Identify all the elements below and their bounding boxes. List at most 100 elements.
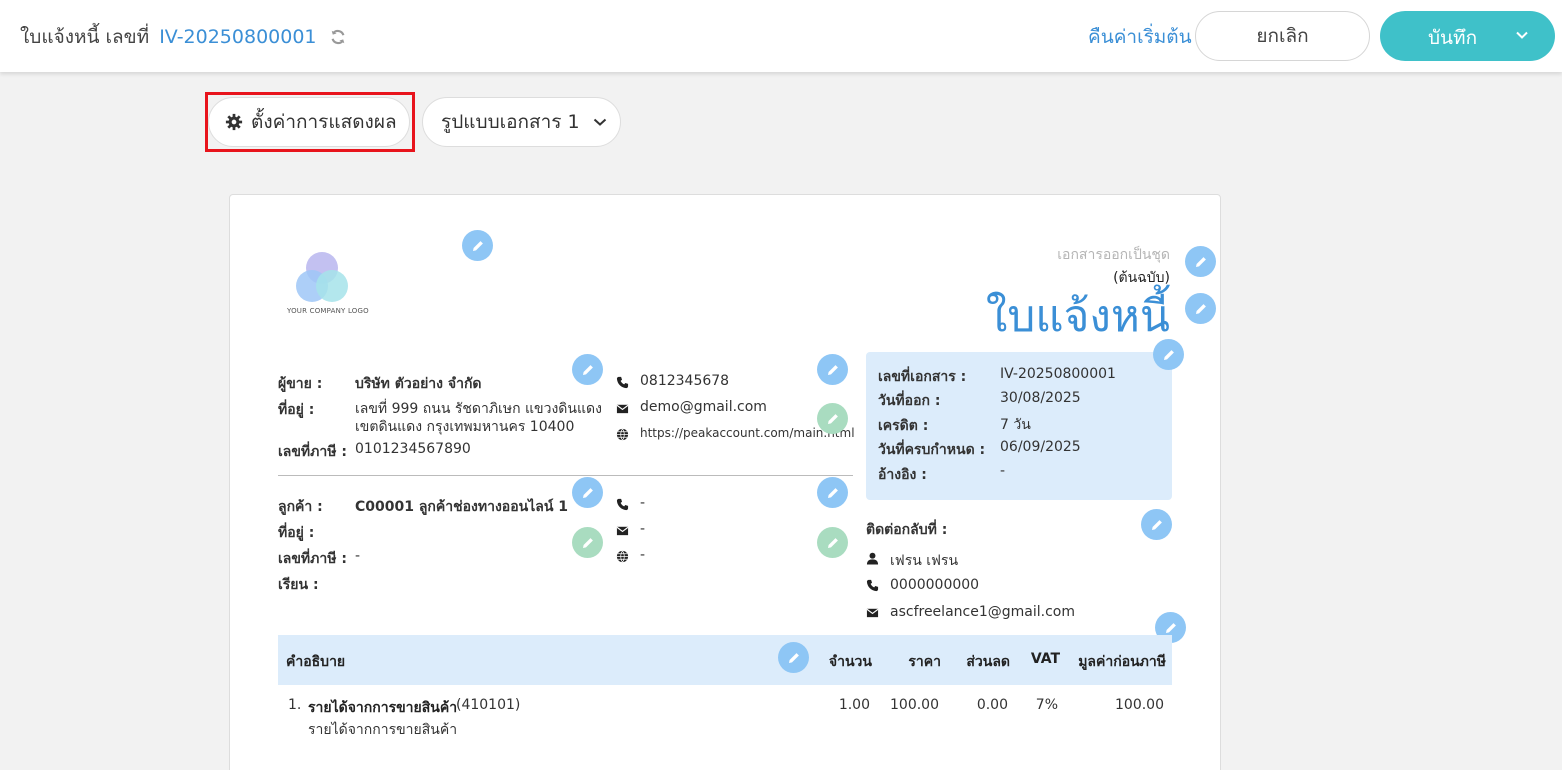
- seller-phone: 0812345678: [640, 373, 730, 389]
- row-item-subdesc: รายได้จากการขายสินค้า: [308, 722, 458, 738]
- row-item-name: รายได้จากการขายสินค้า: [308, 700, 458, 716]
- row-discount: 0.00: [976, 697, 1008, 713]
- due-date-value: 06/09/2025: [1000, 439, 1081, 455]
- edit-info-button[interactable]: [1153, 339, 1184, 370]
- mail-icon: [616, 526, 629, 536]
- edit-customer-green-button[interactable]: [572, 527, 603, 558]
- pencil-icon: [472, 240, 483, 251]
- customer-tax-value: -: [355, 548, 361, 564]
- save-button[interactable]: บันทึก: [1380, 11, 1555, 61]
- edit-customer-contact-button[interactable]: [817, 477, 848, 508]
- row-item-code: (410101): [456, 697, 521, 713]
- pencil-icon: [1163, 349, 1174, 360]
- document-title: ใบแจ้งหนี้: [985, 291, 1170, 342]
- pencil-icon: [827, 487, 838, 498]
- chevron-down-icon: [593, 118, 606, 126]
- phone-icon: [616, 376, 629, 389]
- seller-label: ผู้ขาย :: [278, 376, 323, 392]
- globe-icon: [616, 428, 629, 441]
- customer-address-label: ที่อยู่ :: [278, 525, 315, 541]
- page-title-prefix: ใบแจ้งหนี้ เลขที่: [20, 26, 150, 48]
- seller-tax-value: 0101234567890: [355, 441, 471, 457]
- col-vat: VAT: [1030, 651, 1060, 667]
- seller-address-label: ที่อยู่ :: [278, 402, 315, 418]
- edit-contact-button[interactable]: [1141, 509, 1172, 540]
- section-divider: [278, 475, 853, 476]
- customer-tax-label: เลขที่ภาษี :: [278, 551, 347, 567]
- pencil-icon: [1195, 303, 1206, 314]
- seller-email: demo@gmail.com: [640, 399, 767, 415]
- row-qty: 1.00: [838, 697, 870, 713]
- issue-date-value: 30/08/2025: [1000, 390, 1081, 406]
- contact-name: เฟรน เฟรน: [890, 553, 959, 569]
- mail-icon: [866, 608, 879, 618]
- issue-date-label: วันที่ออก :: [878, 393, 941, 409]
- page-title: ใบแจ้งหนี้ เลขที่ IV-20250800001: [20, 22, 347, 52]
- pencil-icon: [582, 487, 593, 498]
- edit-title-button[interactable]: [1185, 293, 1216, 324]
- pencil-icon: [827, 364, 838, 375]
- row-number: 1.: [288, 697, 302, 713]
- pencil-icon: [1165, 622, 1176, 633]
- doc-no-value: IV-20250800001: [1000, 366, 1116, 382]
- company-logo-text: YOUR COMPANY LOGO: [287, 307, 369, 315]
- pencil-icon: [582, 364, 593, 375]
- pencil-icon: [827, 413, 838, 424]
- credit-value: 7 วัน: [1000, 417, 1031, 433]
- chevron-down-icon[interactable]: [1514, 27, 1530, 43]
- document-format-label: รูปแบบเอกสาร 1: [441, 111, 580, 133]
- pencil-icon: [582, 537, 593, 548]
- pencil-icon: [788, 652, 799, 663]
- col-qty: จำนวน: [828, 654, 872, 670]
- display-settings-label: ตั้งค่าการแสดงผล: [251, 111, 397, 133]
- credit-label: เครดิต :: [878, 418, 929, 434]
- contact-label: ติดต่อกลับที่ :: [866, 522, 948, 538]
- cancel-button[interactable]: ยกเลิก: [1195, 11, 1370, 61]
- edit-seller-contact-button[interactable]: [817, 354, 848, 385]
- edit-seller-button[interactable]: [572, 354, 603, 385]
- reset-default-link[interactable]: คืนค่าเริ่มต้น: [1088, 22, 1192, 52]
- save-button-label: บันทึก: [1428, 27, 1478, 49]
- document-number: IV-20250800001: [159, 26, 317, 48]
- edit-seller-contact-green-button[interactable]: [817, 403, 848, 434]
- customer-attn-label: เรียน :: [278, 577, 319, 593]
- edit-customer-button[interactable]: [572, 477, 603, 508]
- customer-label: ลูกค้า :: [278, 499, 323, 515]
- customer-email: -: [640, 521, 646, 537]
- customer-name: C00001 ลูกค้าช่องทางออนไลน์ 1: [355, 499, 569, 515]
- contact-email: ascfreelance1@gmail.com: [890, 604, 1075, 620]
- contact-phone: 0000000000: [890, 577, 980, 593]
- row-vat: 7%: [1035, 697, 1058, 713]
- edit-customer-contact-green-button[interactable]: [817, 527, 848, 558]
- col-price: ราคา: [908, 654, 941, 670]
- display-settings-button[interactable]: ตั้งค่าการแสดงผล: [208, 97, 410, 147]
- pencil-icon: [827, 537, 838, 548]
- refresh-icon[interactable]: [329, 28, 347, 46]
- document-set-label: เอกสารออกเป็นชุด: [1057, 247, 1170, 263]
- pencil-icon: [1151, 519, 1162, 530]
- row-amount: 100.00: [1115, 697, 1164, 713]
- seller-address-line2: เขตดินแดง กรุงเทพมหานคร 10400: [355, 419, 575, 435]
- mail-icon: [616, 404, 629, 414]
- col-amount: มูลค่าก่อนภาษี: [1078, 654, 1166, 670]
- col-description: คำอธิบาย: [286, 654, 346, 670]
- phone-icon: [866, 579, 879, 592]
- pencil-icon: [1195, 256, 1206, 267]
- user-icon: [866, 552, 879, 565]
- due-date-label: วันที่ครบกำหนด :: [878, 442, 986, 458]
- reference-value: -: [1000, 463, 1006, 479]
- items-table-header: คำอธิบาย จำนวน ราคา ส่วนลด VAT มูลค่าก่อ…: [278, 635, 1172, 685]
- col-discount: ส่วนลด: [966, 654, 1010, 670]
- customer-phone: -: [640, 495, 646, 511]
- seller-tax-label: เลขที่ภาษี :: [278, 444, 347, 460]
- gear-icon: [225, 113, 243, 131]
- edit-logo-button[interactable]: [462, 230, 493, 261]
- reference-label: อ้างอิง :: [878, 467, 927, 483]
- globe-icon: [616, 550, 629, 563]
- document-info-box: เลขที่เอกสาร : IV-20250800001 วันที่ออก …: [866, 352, 1172, 500]
- edit-doc-set-button[interactable]: [1185, 246, 1216, 277]
- row-price: 100.00: [890, 697, 939, 713]
- edit-description-button[interactable]: [778, 642, 809, 673]
- document-format-dropdown[interactable]: รูปแบบเอกสาร 1: [422, 97, 621, 147]
- top-header-bar: ใบแจ้งหนี้ เลขที่ IV-20250800001 คืนค่าเ…: [0, 0, 1562, 72]
